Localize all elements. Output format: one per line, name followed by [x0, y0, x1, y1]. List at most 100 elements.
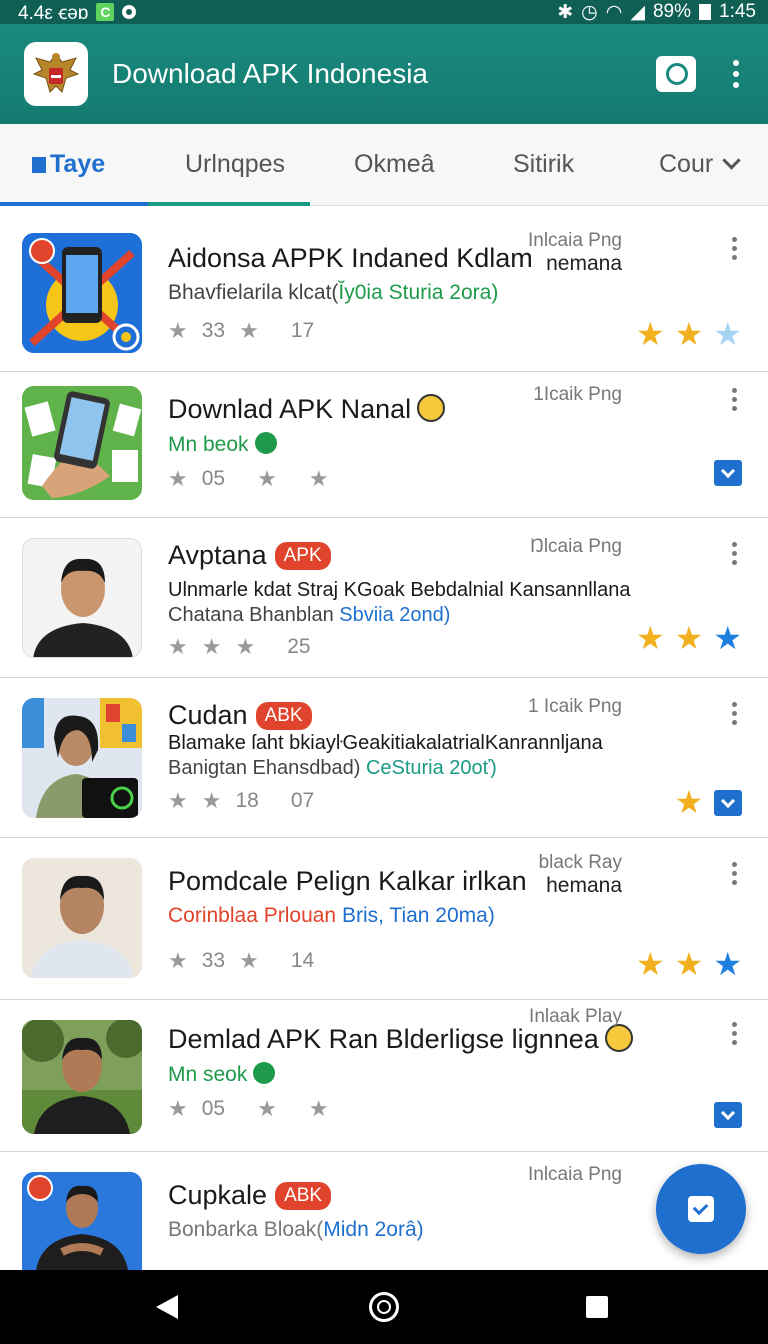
list-item[interactable]: Avptana APK Ŋlcaia Png Ulnmarle kdat Stra… [0, 518, 768, 678]
list-item[interactable]: Aidonsa APPK Indaned Kdlam Inlcaia Png n… [0, 206, 768, 372]
star-icon: ★ [201, 788, 222, 813]
item-title: Aidonsa APPK Indaned Kdlam [168, 243, 533, 273]
item-menu-icon[interactable] [732, 237, 738, 260]
overflow-menu-icon[interactable] [732, 60, 740, 88]
star-filled-icon: ★ [635, 316, 665, 352]
list-item[interactable]: Pomdcale Pelign Kalkar irlkan black Ray … [0, 838, 768, 1000]
star-icon: ★ [239, 948, 259, 973]
tab-sitirik[interactable]: Sitirik [513, 150, 574, 179]
star-rating: ★ ★ ★ [636, 622, 742, 654]
tab-cour[interactable]: Cour [659, 150, 741, 179]
star-filled-icon: ★ [635, 946, 665, 982]
item-menu-icon[interactable] [732, 702, 738, 725]
item-title: Demlad APK Ran Blderligse lignnea [168, 1024, 633, 1055]
item-title: Avptana APK [168, 540, 331, 571]
checkbox-icon[interactable] [714, 460, 742, 486]
star-rating: ★ ★ ★ [636, 318, 742, 350]
app-title: Download APK Indonesia [112, 58, 428, 89]
list-item[interactable]: Cudan ABK 1 Icaik Png Blamake ſaht bkiayŀ… [0, 678, 768, 838]
star-icon: ★ [257, 1096, 277, 1121]
star-icon: ★ [168, 466, 188, 491]
tab-bar: Taye Urlnqpes Okmeâ Sitirik Cour [0, 124, 768, 206]
checkbox-icon[interactable] [714, 1102, 742, 1128]
item-menu-icon[interactable] [732, 388, 738, 411]
item-source: Ŋlcaia Png [530, 536, 622, 557]
item-subtitle: Mn beok [168, 432, 277, 457]
app-notification-icon: C [96, 3, 115, 21]
star-filled-icon: ★ [674, 784, 704, 820]
app-thumbnail [22, 1172, 142, 1270]
star-light-icon: ★ [713, 316, 742, 352]
item-subtitle: Chatana Bhanblan Sbviia 2ond) [168, 604, 451, 626]
alarm-icon: ◷ [581, 1, 598, 23]
star-icon: ★ [239, 318, 259, 343]
list-item[interactable]: Cupkale ABK Inlcaia Png Bonbarka Bloak(Mi… [0, 1152, 768, 1270]
apk-badge: APK [274, 542, 331, 570]
tab-urlnqpes[interactable]: Urlnqpes [185, 150, 285, 179]
star-icon: ★ [308, 1096, 329, 1121]
item-title: Cupkale ABK [168, 1180, 332, 1211]
item-title: Pomdcale Pelign Kalkar irlkan [168, 866, 527, 896]
system-nav-bar [0, 1270, 768, 1344]
item-description: Blamake ſaht bkiayŀGeakitiakalatrialKanr… [168, 732, 603, 754]
star-icon: ★ [168, 1096, 188, 1121]
item-subtitle: Bhavfielarila klcat(Ĭy0ia Sturia 2ora) [168, 281, 499, 304]
star-icon: ★ [308, 466, 329, 491]
app-thumbnail [22, 538, 142, 658]
item-source: Inlcaia Png [527, 230, 622, 251]
app-bar: Download APK Indonesia [0, 24, 768, 124]
verified-icon [254, 432, 277, 454]
star-filled-icon: ★ [635, 620, 665, 656]
home-icon[interactable] [369, 1292, 399, 1322]
list-item[interactable]: Downlad APK Nanal 1Icaik Png Mn beok ★ 05… [0, 372, 768, 518]
signal-icon: ◢ [630, 1, 645, 23]
item-source-line2: hemana [546, 874, 622, 897]
list-item[interactable]: Demlad APK Ran Blderligse lignnea Inlaak… [0, 1000, 768, 1152]
clock: 1:45 [719, 1, 756, 22]
star-icon: ★ [257, 466, 277, 491]
app-thumbnail [22, 698, 142, 818]
star-icon: ★ [201, 634, 222, 659]
item-meta: ★ ★ 18 07 [168, 788, 315, 813]
camera-search-button[interactable] [656, 56, 696, 92]
star-rating: ★ ★ ★ [636, 948, 742, 980]
item-source: Inlaak Play [529, 1006, 622, 1027]
floating-action-button[interactable] [656, 1164, 746, 1254]
tab-icon [32, 157, 46, 173]
wifi-icon: ◠ [605, 1, 623, 23]
app-thumbnail [22, 1020, 142, 1134]
item-title: Downlad APK Nanal [168, 394, 446, 425]
star-icon: ★ [168, 788, 188, 813]
item-meta: ★ 05 ★ ★ [168, 1096, 329, 1121]
battery-percent: 89% [652, 1, 692, 22]
app-list: Aidonsa APPK Indaned Kdlam Inlcaia Png n… [0, 206, 768, 1270]
back-icon[interactable] [156, 1295, 178, 1319]
emoji-icon [604, 1024, 633, 1052]
star-icon: ★ [168, 948, 188, 973]
item-meta: ★ 05 ★ ★ [168, 466, 329, 491]
garuda-logo-icon[interactable] [24, 42, 88, 106]
item-subtitle: Bonbarka Bloak(Midn 2orâ) [168, 1218, 424, 1241]
item-subtitle: Mn seok [168, 1062, 276, 1087]
recent-apps-icon[interactable] [586, 1296, 608, 1318]
app-thumbnail [22, 386, 142, 500]
item-meta: ★ 33 ★ 14 [168, 948, 315, 973]
star-filled-icon: ★ [674, 316, 704, 352]
item-source-line2: nemana [546, 252, 622, 275]
star-icon: ★ [168, 634, 188, 659]
item-menu-icon[interactable] [732, 1022, 738, 1045]
tab-okmea[interactable]: Okmeâ [354, 150, 435, 179]
star-icon: ★ [235, 634, 256, 659]
checkbox-icon[interactable] [714, 790, 742, 816]
item-menu-icon[interactable] [732, 542, 738, 565]
item-meta: ★ ★ ★ 25 [168, 634, 311, 659]
star-blue-icon: ★ [713, 946, 742, 982]
bluetooth-icon: ✱ [557, 1, 574, 23]
verified-icon [253, 1062, 276, 1084]
tab-taye[interactable]: Taye [32, 150, 105, 179]
battery-icon [699, 4, 712, 20]
star-blue-icon: ★ [713, 620, 742, 656]
status-left-text: 4.4ε ꞓǝɒ [18, 3, 89, 24]
emoji-icon [417, 394, 446, 422]
item-menu-icon[interactable] [732, 862, 738, 885]
